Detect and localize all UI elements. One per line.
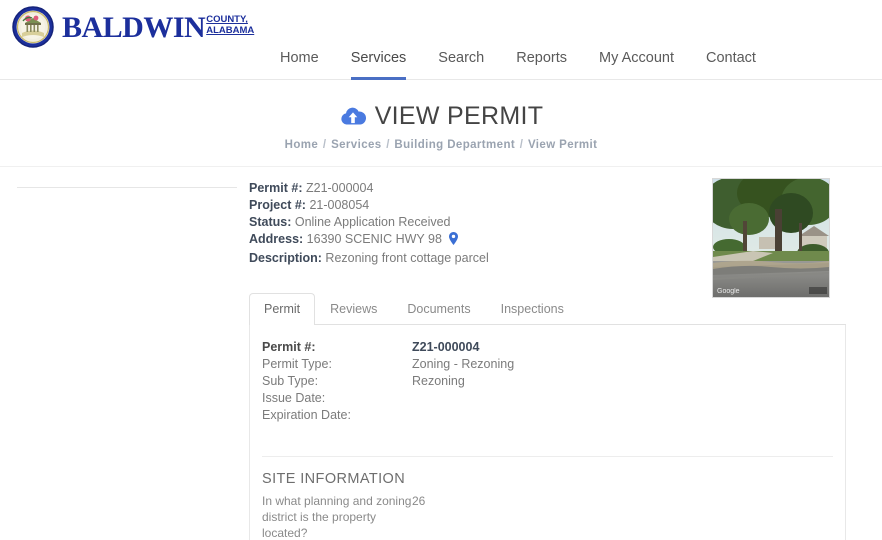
status-label: Status: [249,215,292,229]
project-number-value: 21-008054 [309,198,370,212]
breadcrumb-item-building-department[interactable]: Building Department [394,139,515,151]
field-label: Sub Type: [262,374,319,388]
brand-name: BALDWIN [62,11,206,44]
field-value: Zoning - Rezoning [412,357,515,371]
nav-item-home[interactable]: Home [280,50,319,80]
nav-item-my-account[interactable]: My Account [599,50,674,80]
sidebar-divider [17,187,237,188]
tab-permit[interactable]: Permit [249,293,316,325]
site-question-label: In what planning and zoning district is … [262,493,412,540]
permit-fields: Permit #: Z21-000004 Permit Type: Zoning… [250,339,845,424]
site-logo[interactable]: BALDWIN COUNTY, ALABAMA [12,6,254,48]
breadcrumb-separator: / [386,139,390,151]
description-row: Description: Rezoning front cottage parc… [249,250,689,267]
breadcrumb-separator: / [322,139,327,151]
breadcrumb-item-services[interactable]: Services [331,139,382,151]
breadcrumb-item-home[interactable]: Home [285,139,319,151]
tab-inspections[interactable]: Inspections [486,293,579,325]
brand-subtitle: COUNTY, ALABAMA [206,14,255,36]
site-header: BALDWIN COUNTY, ALABAMA Home Services Se… [0,0,882,80]
permit-summary: Permit #: Z21-000004 Project #: 21-00805… [249,180,689,267]
page-title-block: VIEW PERMIT Home / Services / Building D… [0,80,882,151]
field-value: Rezoning [412,374,465,388]
nav-item-contact[interactable]: Contact [706,50,756,80]
page-root: BALDWIN COUNTY, ALABAMA Home Services Se… [0,0,882,540]
field-label: Issue Date: [262,391,326,405]
nav-item-reports[interactable]: Reports [516,50,567,80]
main-navigation: Home Services Search Reports My Account … [280,46,756,80]
site-information-title: SITE INFORMATION [262,470,406,487]
address-row: Address: 16390 SCENIC HWY 98 [249,231,689,250]
field-label: Permit Type: [262,357,332,371]
page-title: VIEW PERMIT [339,102,544,130]
brand-subtitle-line1: COUNTY, [206,14,248,25]
field-issue-date: Issue Date: [262,390,845,407]
description-value: Rezoning front cottage parcel [325,251,489,265]
cloud-upload-icon [339,105,367,127]
permit-tabs: Permit Reviews Documents Inspections [249,293,846,325]
address-label: Address: [249,232,304,246]
project-number-row: Project #: 21-008054 [249,197,689,214]
site-information-row: In what planning and zoning district is … [250,493,845,540]
nav-item-search[interactable]: Search [438,50,484,80]
description-label: Description: [249,251,322,265]
permit-number-label: Permit #: [249,181,303,195]
page-title-text: VIEW PERMIT [374,102,544,130]
street-view-thumbnail[interactable]: Google [712,178,830,298]
breadcrumb-item-view-permit: View Permit [527,139,598,151]
brand-subtitle-line2: ALABAMA [206,24,255,36]
map-pin-icon[interactable] [449,232,459,250]
permit-tab-panel: Permit #: Z21-000004 Permit Type: Zoning… [249,325,846,540]
field-expiration-date: Expiration Date: [262,407,845,424]
breadcrumb-separator: / [519,139,524,151]
field-value: Z21-000004 [412,340,480,354]
field-sub-type: Sub Type: Rezoning [262,373,845,390]
field-label: Permit #: [262,340,316,354]
permit-number-value: Z21-000004 [305,181,374,195]
project-number-label: Project #: [249,198,306,212]
site-question-value: 26 [412,493,426,508]
field-permit-type: Permit Type: Zoning - Rezoning [262,356,845,373]
breadcrumb: Home / Services / Building Department / … [0,139,882,151]
status-row: Status: Online Application Received [249,214,689,231]
tab-documents[interactable]: Documents [392,293,485,325]
permit-number-row: Permit #: Z21-000004 [249,180,689,197]
field-permit-number: Permit #: Z21-000004 [262,339,845,356]
field-label: Expiration Date: [262,408,351,422]
status-value: Online Application Received [294,215,451,229]
content-top-divider [0,166,882,167]
county-seal-icon [12,6,54,48]
tab-reviews[interactable]: Reviews [315,293,392,325]
address-value: 16390 SCENIC HWY 98 [306,232,442,246]
nav-item-services[interactable]: Services [350,50,407,80]
